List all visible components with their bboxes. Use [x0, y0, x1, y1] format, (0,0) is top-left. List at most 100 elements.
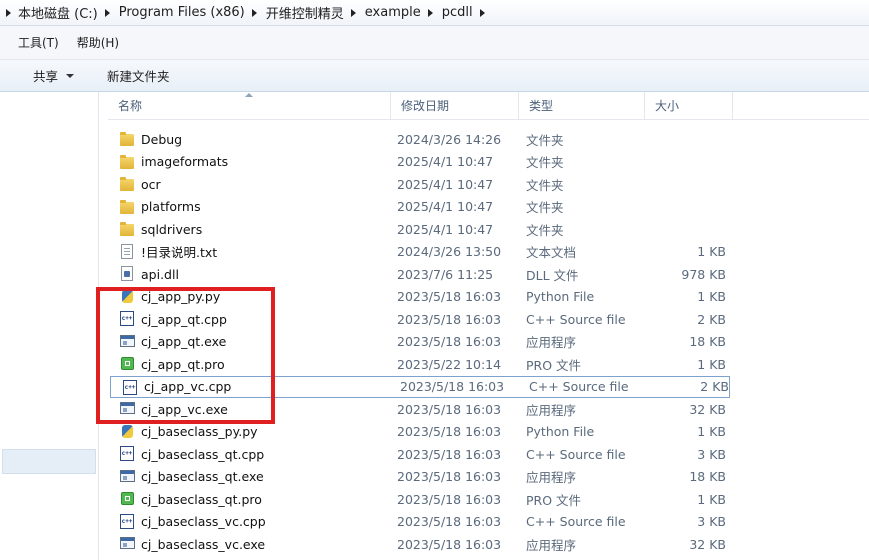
command-toolbar: 共享 新建文件夹 [0, 60, 869, 92]
file-row[interactable]: !目录说明.txt 2024/3/26 13:50 文本文档 1 KB [108, 241, 728, 263]
share-label: 共享 [33, 69, 59, 84]
column-type[interactable]: 类型 [518, 92, 644, 120]
text-file-icon [121, 243, 133, 259]
cpp-file-icon: c++ [120, 311, 134, 326]
file-row[interactable]: sqldrivers 2025/4/1 10:47 文件夹 [108, 218, 728, 240]
file-type-icon [120, 334, 136, 350]
file-type: 文件夹 [526, 200, 564, 215]
file-row[interactable]: cj_app_qt.exe 2023/5/18 16:03 应用程序 18 KB [108, 331, 728, 353]
file-row[interactable]: ocr 2025/4/1 10:47 文件夹 [108, 173, 728, 195]
chevron-right-icon[interactable] [427, 8, 433, 17]
file-name: sqldrivers [141, 221, 203, 237]
file-type-icon [120, 131, 136, 147]
file-size: 32 KB [689, 401, 726, 417]
menu-tools[interactable]: 工具(T) [18, 34, 59, 51]
menu-bar: 工具(T) 帮助(H) [0, 26, 869, 60]
file-row[interactable]: cj_app_qt.pro 2023/5/22 10:14 PRO 文件 1 KB [108, 353, 728, 375]
file-name: Debug [141, 131, 183, 147]
file-name: cj_baseclass_qt.pro [141, 491, 262, 507]
share-button[interactable]: 共享 [33, 66, 75, 85]
folder-icon [120, 177, 134, 191]
breadcrumb-label: 本地磁盘 (C:) [18, 7, 98, 22]
python-file-icon [122, 289, 133, 303]
file-date: 2023/5/18 16:03 [397, 514, 502, 529]
file-row[interactable]: cj_baseclass_qt.exe 2023/5/18 16:03 应用程序 18… [108, 466, 728, 488]
nav-selected-item[interactable] [2, 449, 96, 474]
column-modified-label: 修改日期 [401, 99, 450, 113]
file-row[interactable]: c++ cj_app_qt.cpp 2023/5/18 16:03 C++ Sourc… [108, 308, 728, 330]
file-row[interactable]: imageformats 2025/4/1 10:47 文件夹 [108, 151, 728, 173]
breadcrumb-example[interactable]: example [362, 5, 439, 20]
navigation-pane[interactable] [0, 92, 99, 560]
column-name-label: 名称 [118, 99, 143, 113]
file-type: PRO 文件 [526, 357, 582, 373]
file-row[interactable]: platforms 2025/4/1 10:47 文件夹 [108, 196, 728, 218]
file-size: 1 KB [697, 289, 726, 304]
column-size[interactable]: 大小 [644, 92, 732, 120]
file-date: 2023/7/6 11:25 [397, 266, 494, 282]
pro-file-icon [121, 357, 134, 370]
file-name: cj_app_vc.exe [141, 401, 228, 417]
file-name: cj_app_py.py [141, 289, 221, 304]
column-header: 名称 修改日期 类型 大小 [108, 92, 869, 120]
file-date: 2023/5/22 10:14 [397, 356, 502, 372]
file-row[interactable]: c++ cj_app_vc.cpp 2023/5/18 16:03 C++ Sourc… [110, 375, 730, 398]
file-type: 应用程序 [526, 537, 577, 553]
file-type: 应用程序 [526, 402, 577, 418]
python-file-icon [122, 424, 133, 438]
chevron-right-icon[interactable] [479, 8, 485, 17]
breadcrumb-label: Program Files (x86) [118, 5, 245, 20]
file-row[interactable]: c++ cj_baseclass_qt.cpp 2023/5/18 16:03 C++… [108, 443, 728, 465]
chevron-right-icon[interactable] [6, 8, 11, 17]
chevron-right-icon[interactable] [251, 8, 257, 17]
file-type-icon [120, 491, 136, 507]
breadcrumb-drive[interactable]: 本地磁盘 (C:) [15, 3, 116, 22]
breadcrumb-app-folder[interactable]: 开维控制精灵 [263, 3, 362, 22]
folder-icon [120, 199, 134, 214]
file-type: PRO 文件 [526, 492, 582, 508]
file-type-icon [120, 221, 136, 237]
breadcrumb-pcdll[interactable]: pcdll [439, 5, 491, 20]
file-size: 2 KB [700, 379, 729, 394]
file-size: 1 KB [697, 491, 726, 507]
new-folder-button[interactable]: 新建文件夹 [107, 66, 170, 85]
file-row[interactable]: c++ cj_baseclass_vc.cpp 2023/5/18 16:03 C++… [108, 511, 728, 533]
column-size-label: 大小 [655, 99, 680, 113]
file-size: 978 KB [681, 266, 726, 282]
file-list[interactable]: 名称 修改日期 类型 大小 Debug 2024/3/26 14:26 文件夹 ima… [108, 92, 869, 560]
address-bar[interactable]: 本地磁盘 (C:) Program Files (x86) 开维控制精灵 exa… [0, 0, 869, 26]
file-date: 2023/5/18 16:03 [400, 379, 505, 394]
file-name: cj_app_qt.pro [141, 356, 225, 372]
file-name: cj_baseclass_vc.cpp [141, 514, 266, 529]
file-type: DLL 文件 [526, 267, 579, 283]
column-spacer [732, 92, 869, 120]
file-date: 2023/5/18 16:03 [397, 401, 502, 417]
file-row[interactable]: Debug 2024/3/26 14:26 文件夹 [108, 128, 728, 150]
file-name: platforms [141, 199, 201, 214]
chevron-right-icon[interactable] [104, 8, 110, 17]
column-modified[interactable]: 修改日期 [390, 92, 518, 120]
file-name: !目录说明.txt [141, 245, 218, 260]
folder-icon [120, 154, 134, 169]
file-row[interactable]: cj_baseclass_qt.pro 2023/5/18 16:03 PRO 文件… [108, 488, 728, 510]
file-date: 2025/4/1 10:47 [397, 221, 494, 237]
breadcrumb-program-files[interactable]: Program Files (x86) [116, 5, 263, 20]
chevron-right-icon[interactable] [350, 8, 356, 17]
file-type: 文本文档 [526, 245, 577, 260]
cpp-file-icon: c++ [120, 446, 134, 461]
file-type-icon: c++ [123, 379, 139, 396]
file-row[interactable]: cj_app_vc.exe 2023/5/18 16:03 应用程序 32 KB [108, 398, 728, 420]
file-size: 1 KB [697, 356, 726, 372]
exe-file-icon [120, 469, 135, 482]
menu-help[interactable]: 帮助(H) [77, 34, 119, 51]
file-type: C++ Source file [526, 514, 626, 529]
file-row[interactable]: cj_baseclass_vc.exe 2023/5/18 16:03 应用程序 32… [108, 533, 728, 555]
file-row[interactable]: cj_app_py.py 2023/5/18 16:03 Python File 1 … [108, 286, 728, 308]
file-name: cj_baseclass_vc.exe [141, 536, 266, 552]
file-row[interactable]: cj_baseclass_py.py 2023/5/18 16:03 Python … [108, 421, 728, 443]
file-type: 文件夹 [526, 155, 564, 170]
file-type-icon [120, 243, 136, 260]
file-name: cj_app_qt.cpp [141, 311, 227, 327]
file-row[interactable]: api.dll 2023/7/6 11:25 DLL 文件 978 KB [108, 263, 728, 285]
column-name[interactable]: 名称 [108, 92, 390, 120]
